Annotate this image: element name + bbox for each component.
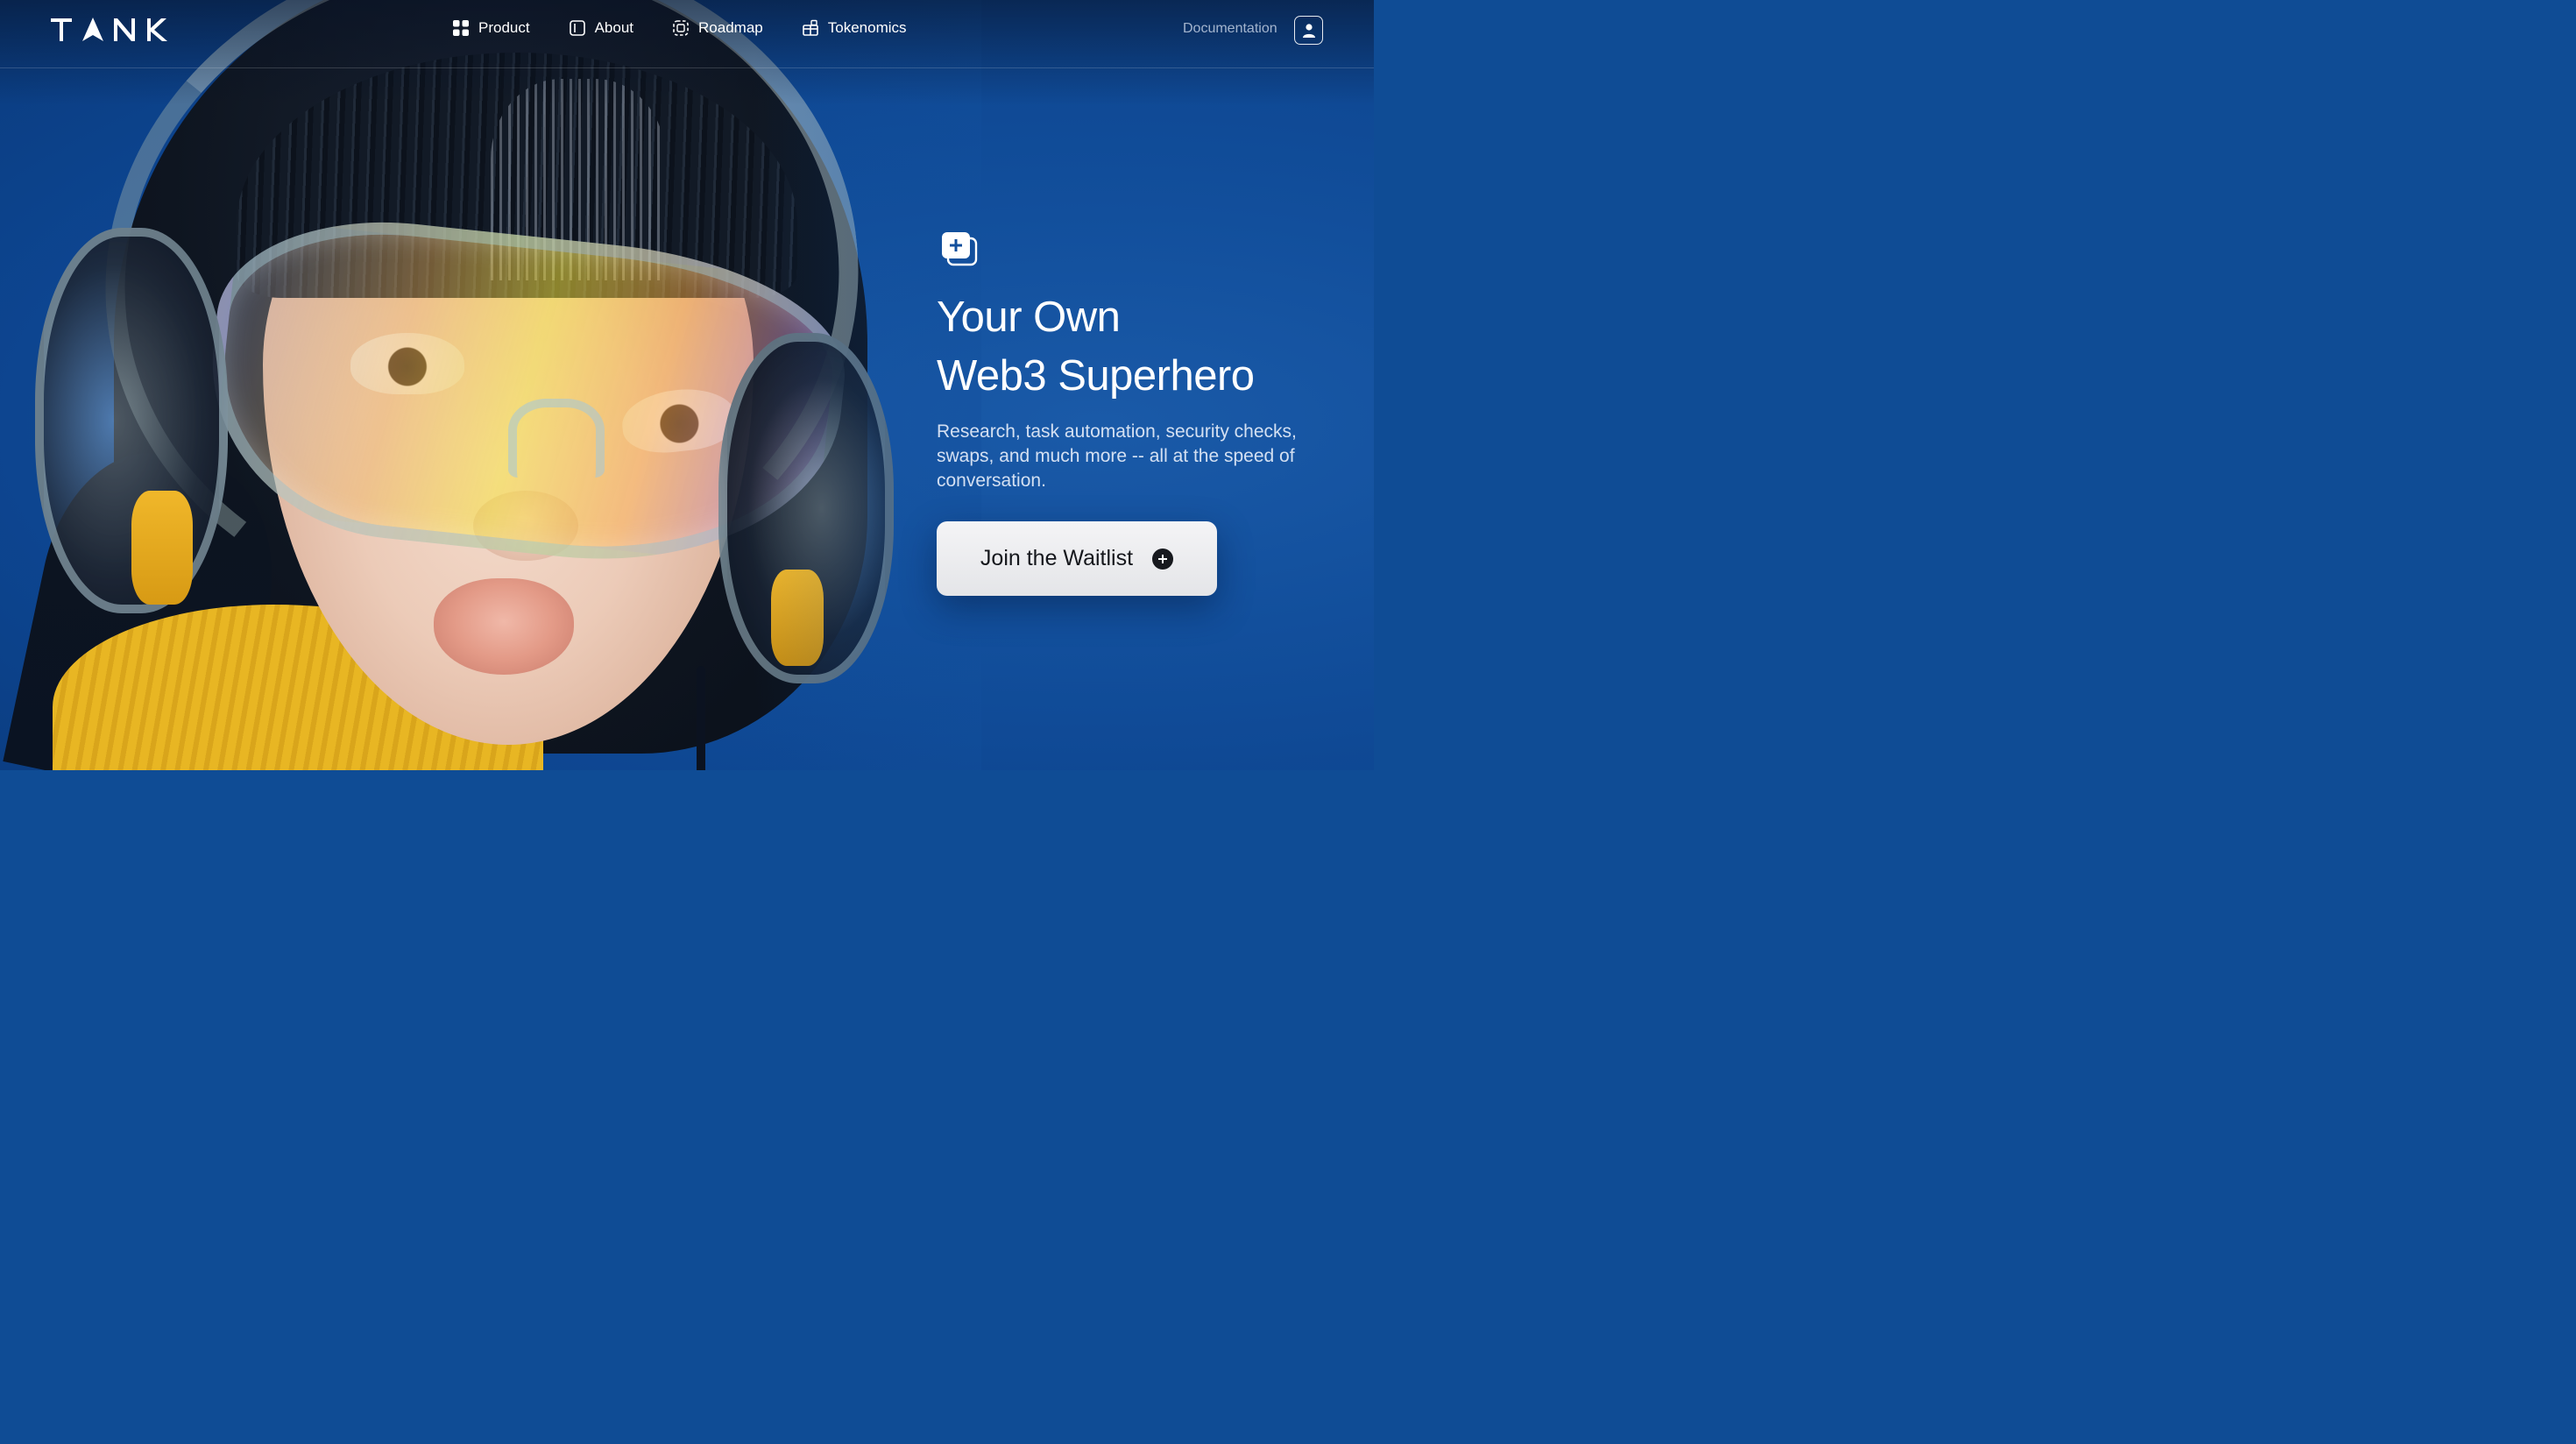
plus-circle-icon — [1152, 548, 1174, 570]
nav-item-tokenomics[interactable]: Tokenomics — [802, 19, 907, 37]
hero-title-line-1: Your Own — [937, 294, 1121, 341]
user-icon — [1302, 23, 1315, 38]
grid-icon — [453, 20, 469, 36]
documentation-link[interactable]: Documentation — [1183, 21, 1277, 37]
landing-page: Product About Roadmap Tokenomics Documen… — [0, 0, 1374, 770]
nav-item-product[interactable]: Product — [452, 19, 530, 37]
nav-item-label: About — [594, 19, 634, 36]
gift-box-icon — [802, 19, 818, 36]
nav-item-label: Tokenomics — [827, 19, 907, 36]
nav-item-label: Roadmap — [698, 19, 763, 36]
headphone-cable-shape — [697, 666, 705, 770]
add-stack-icon — [942, 232, 978, 266]
cta-label: Join the Waitlist — [980, 546, 1134, 570]
hero-title-line-2: Web3 Superhero — [937, 352, 1255, 400]
nav-item-about[interactable]: About — [569, 19, 633, 37]
nav-item-label: Product — [478, 19, 530, 36]
sidebar-panel-icon — [569, 20, 585, 36]
nav-item-roadmap[interactable]: Roadmap — [672, 19, 763, 37]
tank-logo-icon — [51, 18, 167, 41]
brand-logo[interactable] — [51, 16, 182, 46]
join-waitlist-button[interactable]: Join the Waitlist — [937, 521, 1217, 596]
primary-nav: Product About Roadmap Tokenomics — [452, 19, 945, 37]
hero-subtitle: Research, task automation, security chec… — [937, 421, 1297, 491]
dashed-square-icon — [673, 20, 689, 36]
left-earcup-accent-shape — [131, 491, 193, 605]
hero-section: Your Own Web3 Superhero Research, task a… — [937, 231, 1348, 596]
hero-title: Your Own Web3 Superhero — [937, 288, 1348, 406]
account-button[interactable] — [1294, 16, 1323, 45]
top-navbar: Product About Roadmap Tokenomics Documen… — [0, 0, 1374, 68]
